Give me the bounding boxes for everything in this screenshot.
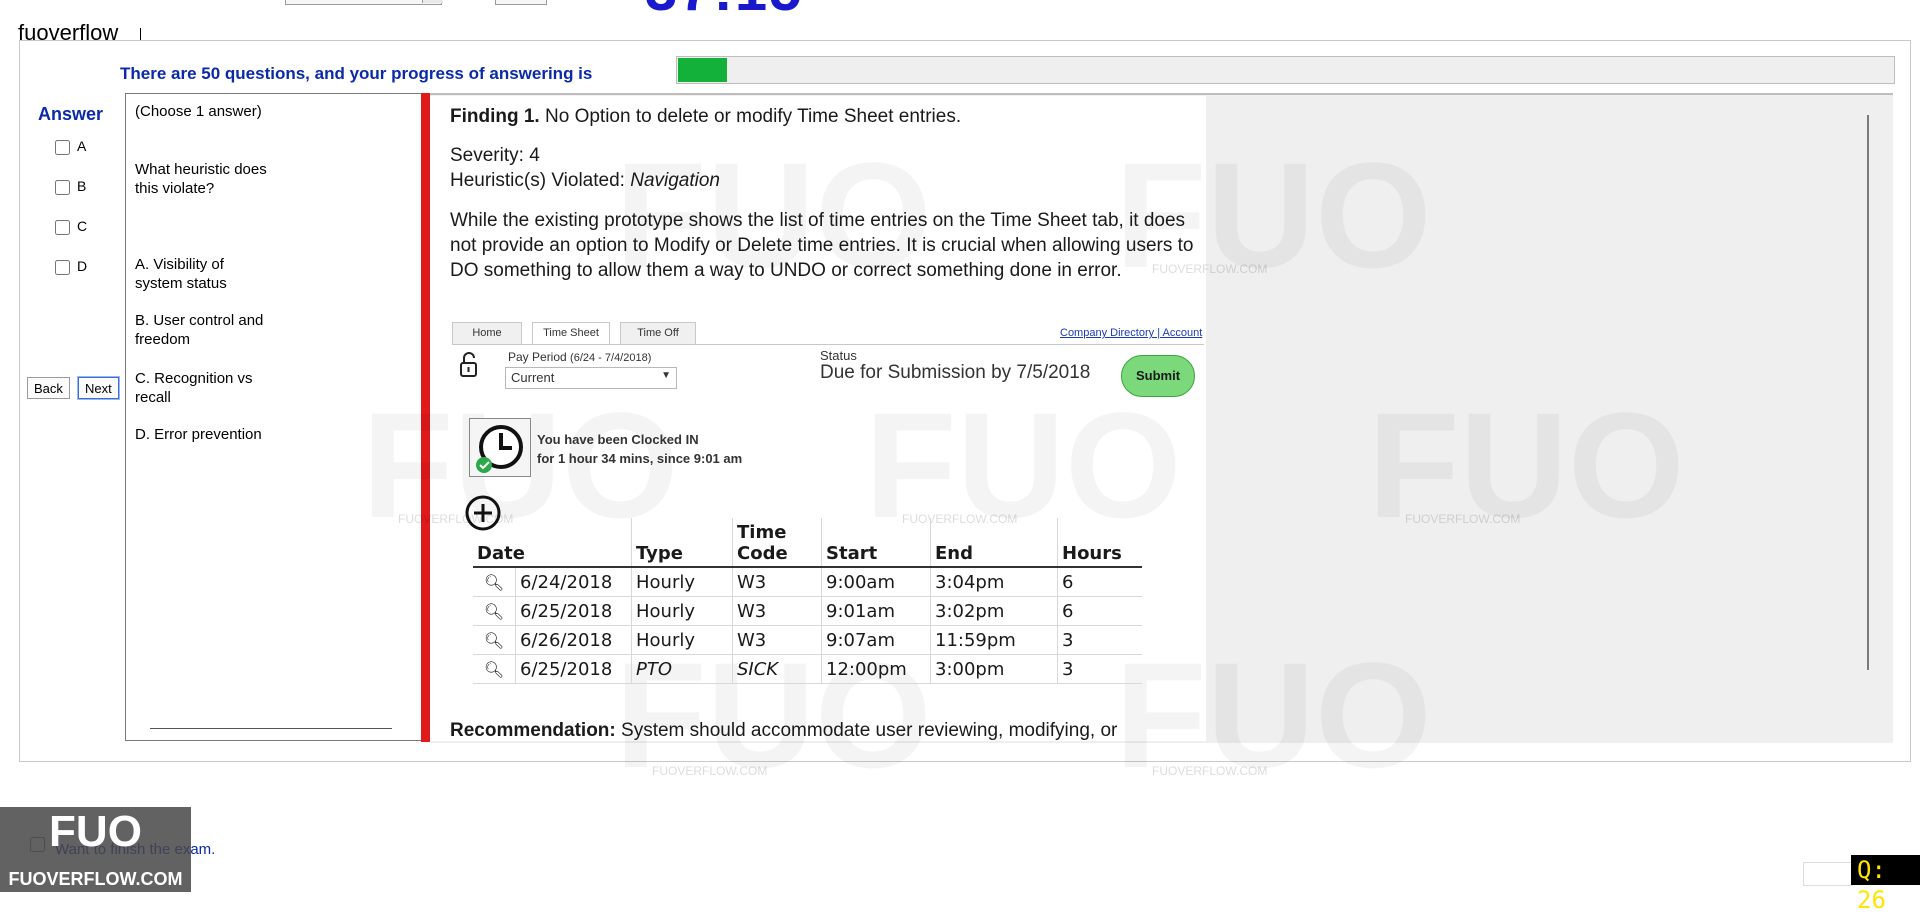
mock-tab-timesheet: Time Sheet: [532, 322, 610, 345]
choice-c-text: C. Recognition vs recall: [135, 370, 253, 406]
mock-status-label: Status: [820, 348, 857, 363]
table-header-row: Date Type Time Code Start End Hours: [473, 518, 1142, 568]
progress-bar-fill: [678, 58, 727, 82]
choice-a-text: A. Visibility of system status: [135, 256, 227, 292]
table-row: 🔍︎ 6/26/2018 Hourly W3 9:07am 11:59pm 3: [473, 625, 1142, 655]
finding-heuristic: Heuristic(s) Violated: Navigation: [450, 170, 720, 191]
table-row: 🔍︎ 6/25/2018 PTO SICK 12:00pm 3:00pm 3: [473, 654, 1142, 684]
next-button[interactable]: Next: [78, 377, 119, 399]
option-b-checkbox[interactable]: [55, 179, 70, 195]
progress-bar: [676, 56, 1895, 84]
finding-recommendation: Recommendation: System should accommodat…: [450, 720, 1118, 741]
col-end: End: [930, 518, 1058, 568]
col-time-code: Time Code: [732, 518, 822, 568]
col-date: Date: [473, 518, 632, 568]
question-counter: Q: 26: [1851, 855, 1920, 914]
finding-paragraph: While the existing prototype shows the l…: [450, 210, 1194, 281]
magnifier-icon: 🔍︎: [473, 625, 516, 655]
table-row: 🔍︎ 6/25/2018 Hourly W3 9:01am 3:02pm 6: [473, 596, 1142, 626]
mock-submit-button: Submit: [1121, 355, 1195, 397]
mock-tab-timeoff: Time Off: [620, 322, 696, 345]
timesheet-table: Date Type Time Code Start End Hours 🔍︎ 6…: [473, 518, 1142, 684]
question-scrollbar[interactable]: [150, 728, 392, 729]
watermark-url: FUOVERFLOW.COM: [1152, 764, 1268, 778]
top-dropdown-arrow-icon[interactable]: [422, 0, 443, 3]
bottom-box: [1803, 862, 1853, 886]
mock-pay-period-label: Pay Period (6/24 - 7/4/2018): [508, 350, 652, 364]
option-d[interactable]: D: [55, 258, 87, 275]
finding-severity: Severity: 4: [450, 145, 540, 166]
choice-d-text: D. Error prevention: [135, 426, 262, 443]
chevron-down-icon: ▼: [661, 370, 671, 381]
watermark-url: FUOVERFLOW.COM: [1405, 512, 1521, 526]
mock-clocked-in-text: You have been Clocked IN for 1 hour 34 mi…: [537, 432, 743, 466]
option-b[interactable]: B: [55, 178, 86, 195]
unlock-icon: [458, 352, 480, 383]
option-a-checkbox[interactable]: [55, 139, 70, 155]
back-button[interactable]: Back: [27, 377, 70, 399]
top-dropdown[interactable]: [285, 0, 442, 5]
magnifier-icon: 🔍︎: [473, 567, 516, 597]
option-d-checkbox[interactable]: [55, 259, 70, 275]
top-small-box: [495, 0, 547, 5]
table-row: 🔍︎ 6/24/2018 Hourly W3 9:00am 3:04pm 6: [473, 567, 1142, 597]
question-prompt: What heuristic does this violate?: [135, 161, 267, 197]
option-c-checkbox[interactable]: [55, 219, 70, 235]
choice-b-text: B. User control and freedom: [135, 312, 264, 348]
clock-icon: [469, 418, 531, 477]
option-a[interactable]: A: [55, 138, 86, 155]
brand-logo: FUO: [49, 807, 142, 856]
brand-url: FUOVERFLOW.COM: [8, 869, 183, 889]
mock-status-value: Due for Submission by 7/5/2018: [820, 362, 1091, 383]
mock-pay-period-select: Current ▼: [505, 367, 677, 389]
answer-heading: Answer: [38, 104, 104, 124]
image-scrollbar[interactable]: [1867, 115, 1869, 670]
magnifier-icon: 🔍︎: [473, 654, 516, 684]
col-hours: Hours: [1057, 518, 1142, 568]
progress-text: There are 50 questions, and your progres…: [120, 64, 593, 83]
col-type: Type: [631, 518, 733, 568]
finding-title: Finding 1. No Option to delete or modify…: [450, 106, 962, 127]
brand-logo-tile: FUO FUOVERFLOW.COM: [0, 807, 191, 892]
mock-tab-home: Home: [452, 322, 522, 345]
exam-timer: 37:15: [645, 0, 803, 20]
option-c[interactable]: C: [55, 218, 87, 235]
col-start: Start: [821, 518, 931, 568]
watermark-url: FUOVERFLOW.COM: [652, 764, 768, 778]
question-instruction: (Choose 1 answer): [135, 103, 262, 120]
mock-divider: [452, 344, 1204, 345]
magnifier-icon: 🔍︎: [473, 596, 516, 626]
mock-company-link: Company Directory | Account: [1060, 327, 1203, 339]
